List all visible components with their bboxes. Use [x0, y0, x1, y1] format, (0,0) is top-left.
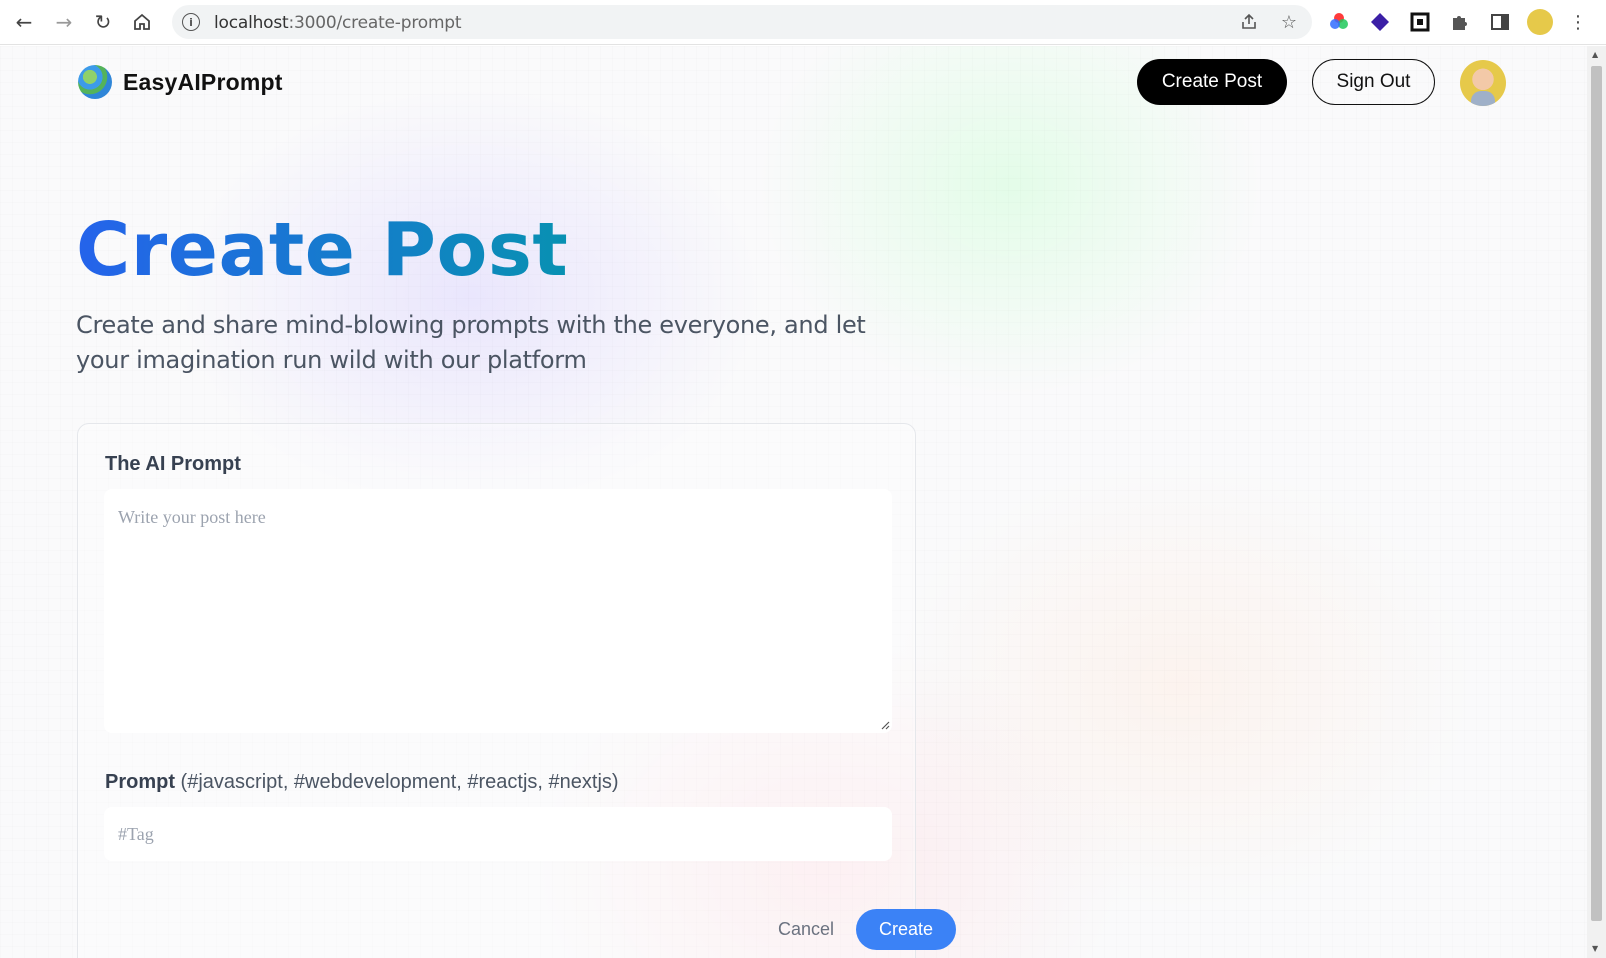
prompt-label: The AI Prompt [105, 453, 241, 475]
tag-input[interactable] [104, 807, 892, 861]
scroll-thumb[interactable] [1591, 66, 1602, 921]
bookmark-star-icon[interactable]: ☆ [1278, 11, 1300, 33]
brand-name[interactable]: EasyAIPrompt [123, 69, 283, 96]
color-wheel-extension-icon[interactable] [1327, 10, 1351, 34]
resize-handle-icon[interactable] [880, 720, 890, 730]
create-post-form: The AI Prompt Prompt (#javascript, #webd… [77, 423, 956, 958]
prompt-textarea[interactable] [104, 489, 892, 733]
cancel-button[interactable]: Cancel [778, 919, 834, 940]
page-description: Create and share mind-blowing prompts wi… [76, 311, 866, 374]
page-viewport: EasyAIPrompt Create Post Sign Out Create… [0, 46, 1587, 958]
forward-icon[interactable]: → [50, 8, 78, 36]
profile-avatar-icon[interactable] [1527, 9, 1553, 35]
frame-extension-icon[interactable] [1408, 10, 1432, 34]
scroll-up-icon[interactable]: ▲ [1592, 50, 1598, 59]
home-icon[interactable] [128, 8, 156, 36]
back-icon[interactable]: ← [10, 8, 38, 36]
submit-create-button[interactable]: Create [856, 909, 956, 950]
page-scrollbar[interactable]: ▲ ▼ [1587, 46, 1606, 958]
tag-label: Prompt (#javascript, #webdevelopment, #r… [105, 771, 619, 794]
globe-logo-icon[interactable] [78, 65, 112, 99]
address-url[interactable]: localhost:3000/create-prompt [214, 13, 462, 33]
site-info-icon[interactable]: i [182, 13, 200, 31]
user-avatar[interactable] [1460, 60, 1506, 106]
share-icon[interactable] [1238, 11, 1260, 33]
sign-out-button[interactable]: Sign Out [1312, 59, 1435, 105]
diamond-extension-icon[interactable] [1368, 10, 1392, 34]
create-post-button[interactable]: Create Post [1137, 59, 1287, 105]
reload-icon[interactable]: ↻ [89, 8, 117, 36]
address-bar[interactable]: i localhost:3000/create-prompt ☆ [172, 5, 1312, 39]
side-panel-icon[interactable] [1488, 10, 1512, 34]
tag-label-title: Prompt [105, 771, 175, 793]
scroll-down-icon[interactable]: ▼ [1592, 944, 1598, 953]
extensions-puzzle-icon[interactable] [1448, 10, 1472, 34]
tag-label-hint: (#javascript, #webdevelopment, #reactjs,… [175, 771, 619, 793]
menu-kebab-icon[interactable]: ⋮ [1566, 10, 1590, 34]
page-title: Create Post [76, 204, 568, 296]
browser-toolbar: ← → ↻ i localhost:3000/create-prompt ☆ ⋮ [0, 0, 1606, 45]
